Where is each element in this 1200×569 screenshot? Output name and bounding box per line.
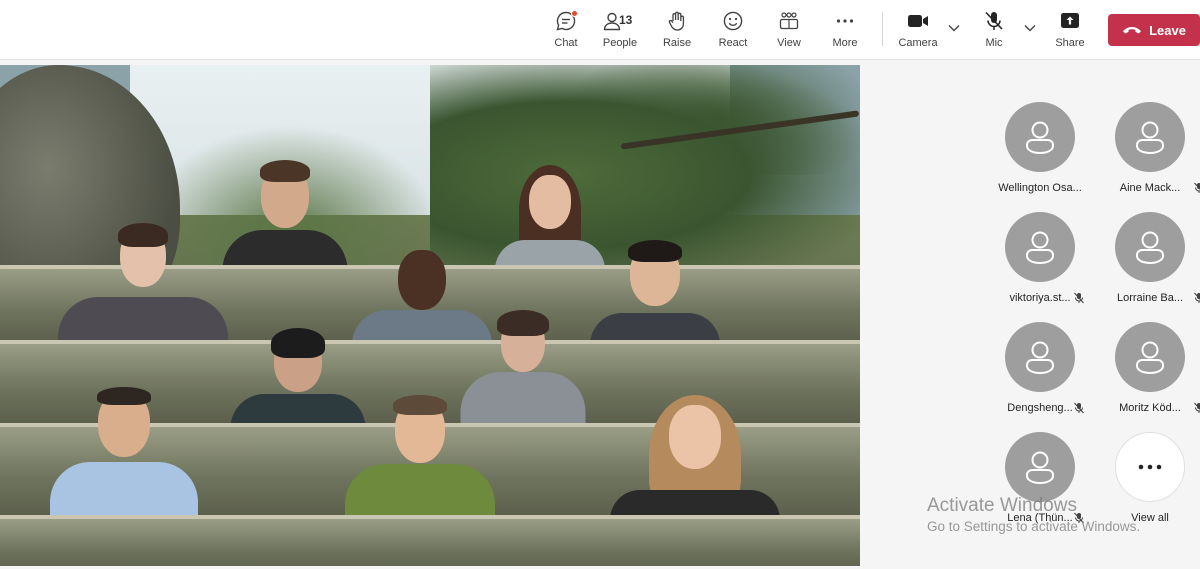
together-mode-video	[0, 65, 860, 566]
mic-off-icon	[982, 9, 1006, 33]
meeting-toolbar: Chat 13 People Raise React View More Cam…	[0, 0, 1200, 60]
avatar	[1005, 432, 1075, 502]
people-icon: 13	[600, 9, 632, 33]
participant-tile[interactable]: Lorraine Ba...	[1095, 212, 1200, 322]
ellipsis-icon	[1115, 432, 1185, 502]
participant-video	[220, 160, 350, 270]
avatar	[1115, 322, 1185, 392]
more-label: More	[832, 37, 858, 49]
participant-video	[55, 223, 230, 345]
view-all-label: View all	[1131, 512, 1169, 524]
grid-icon	[777, 9, 801, 33]
participant-tile[interactable]: Wellington Osa...	[985, 102, 1095, 212]
notification-dot	[571, 10, 578, 17]
mic-label: Mic	[985, 37, 1003, 49]
mic-off-icon	[1074, 292, 1084, 304]
person-placeholder-icon	[1136, 231, 1164, 264]
avatar	[1005, 322, 1075, 392]
people-count: 13	[619, 13, 633, 27]
chat-icon	[554, 9, 578, 33]
chat-label: Chat	[554, 37, 578, 49]
tier-row-4	[0, 515, 860, 566]
chat-button[interactable]: Chat	[538, 9, 594, 53]
participant-tile[interactable]: Lena (Thün...	[985, 432, 1095, 542]
avatar	[1005, 102, 1075, 172]
hand-icon	[665, 9, 689, 33]
mic-off-icon	[1194, 182, 1200, 193]
video-camera-icon	[906, 9, 930, 33]
participant-name: Moritz Köd...	[1119, 402, 1181, 414]
mic-off-icon	[1194, 292, 1200, 303]
leave-label: Leave	[1149, 22, 1186, 38]
mic-off-icon	[1074, 402, 1084, 414]
avatar	[1115, 102, 1185, 172]
people-button[interactable]: 13 People	[592, 9, 648, 53]
share-label: Share	[1055, 37, 1085, 49]
mic-options-chevron[interactable]	[1022, 20, 1038, 36]
person-placeholder-icon	[1026, 121, 1054, 154]
mic-button[interactable]: Mic	[966, 9, 1022, 53]
avatar	[1005, 212, 1075, 282]
ellipsis-icon	[833, 9, 857, 33]
chevron-down-icon	[1024, 25, 1036, 32]
smiley-icon	[721, 9, 745, 33]
toolbar-divider	[882, 12, 883, 46]
share-button[interactable]: Share	[1042, 9, 1098, 53]
person-placeholder-icon	[1136, 121, 1164, 154]
participant-video	[50, 387, 198, 520]
leave-button[interactable]: Leave	[1108, 14, 1200, 46]
avatar	[1115, 212, 1185, 282]
camera-label: Camera	[898, 37, 938, 49]
view-button[interactable]: View	[761, 9, 817, 53]
camera-button[interactable]: Camera	[890, 9, 946, 53]
participant-video	[345, 395, 495, 520]
participant-tile[interactable]: Moritz Köd...	[1095, 322, 1200, 432]
participant-video	[590, 240, 720, 345]
person-placeholder-icon	[1026, 341, 1054, 374]
mic-off-icon	[1194, 402, 1200, 413]
person-placeholder-icon	[1026, 231, 1054, 264]
raise-label: Raise	[662, 37, 692, 49]
participant-name: Lorraine Ba...	[1116, 292, 1184, 304]
participant-tile[interactable]: Aine Mack...	[1095, 102, 1200, 212]
participant-video	[610, 395, 780, 520]
mic-off-icon	[1074, 512, 1084, 524]
person-placeholder-icon	[1136, 341, 1164, 374]
more-button[interactable]: More	[817, 9, 873, 53]
react-button[interactable]: React	[705, 9, 761, 53]
share-tray-icon	[1058, 9, 1082, 33]
raise-hand-button[interactable]: Raise	[649, 9, 705, 53]
participant-gallery: Wellington Osa... Aine Mack... viktoriya…	[862, 62, 1200, 569]
view-label: View	[777, 37, 801, 49]
participant-name: Aine Mack...	[1119, 182, 1181, 194]
person-placeholder-icon	[1026, 451, 1054, 484]
react-label: React	[718, 37, 748, 49]
participant-name: Wellington Osa...	[998, 182, 1082, 194]
phone-hangup-icon	[1123, 27, 1142, 34]
camera-options-chevron[interactable]	[946, 20, 962, 36]
chevron-down-icon	[948, 25, 960, 32]
participant-tile[interactable]: viktoriya.st...	[985, 212, 1095, 322]
people-label: People	[602, 37, 638, 49]
participant-tile[interactable]: Dengsheng...	[985, 322, 1095, 432]
participant-video	[495, 165, 605, 270]
view-all-button[interactable]: View all	[1095, 432, 1200, 542]
